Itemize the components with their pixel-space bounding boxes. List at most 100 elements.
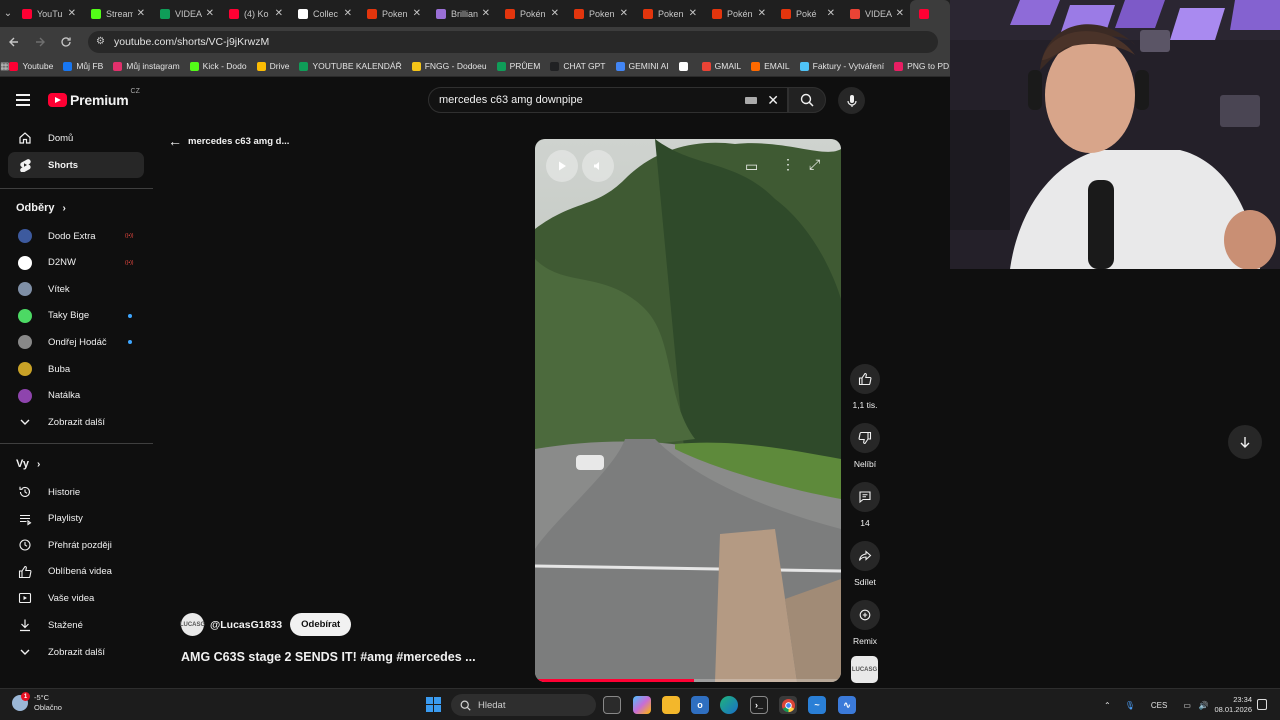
comments-action[interactable]: 14	[848, 482, 882, 528]
notification-bell-icon[interactable]	[1257, 699, 1267, 710]
volume-tray-icon[interactable]: 🔊	[1199, 701, 1209, 710]
task-view-icon[interactable]	[603, 696, 621, 714]
subscribe-button[interactable]: Odebírat	[290, 613, 352, 636]
bookmark-item[interactable]: Můj FB	[63, 61, 103, 71]
bookmark-item[interactable]: FNGG - Dodoeu	[411, 61, 487, 71]
close-tab-icon[interactable]: ✕	[827, 8, 835, 19]
like-action[interactable]: 1,1 tis.	[848, 364, 882, 410]
close-tab-icon[interactable]: ✕	[482, 8, 490, 19]
forward-button[interactable]	[28, 30, 52, 54]
back-button[interactable]	[2, 30, 26, 54]
clock[interactable]: 23:34 08.01.2026	[1210, 695, 1252, 715]
apps-grid-icon[interactable]: ▦	[0, 61, 9, 72]
edge-icon[interactable]	[720, 696, 738, 714]
sidebar-subscription[interactable]: Taky Bige	[8, 303, 144, 329]
search-button[interactable]	[788, 87, 826, 113]
reload-button[interactable]	[54, 30, 78, 54]
browser-tab[interactable]: Poken ✕	[565, 0, 634, 27]
browser-tab[interactable]: Brillian ✕	[427, 0, 496, 27]
subscriptions-show-more[interactable]: Zobrazit další	[8, 409, 144, 435]
bookmark-item[interactable]: PNG to PD	[894, 61, 949, 71]
bookmark-item[interactable]: GMAIL	[701, 61, 741, 71]
bookmark-item[interactable]: Kick - Dodo	[189, 61, 247, 71]
browser-tab[interactable]: YouTu ✕	[13, 0, 82, 27]
sidebar-subscription[interactable]: Ondřej Hodáč	[8, 329, 144, 355]
weather-widget[interactable]: 1 -5°C Oblačno	[12, 692, 62, 713]
whiteboard-icon[interactable]: ~	[808, 696, 826, 714]
microphone-tray-icon[interactable]: 🎙	[1125, 701, 1135, 710]
chrome-icon[interactable]	[779, 696, 797, 714]
close-tab-icon[interactable]: ✕	[620, 8, 628, 19]
browser-tab[interactable]: (4) Ko ✕	[220, 0, 289, 27]
close-tab-icon[interactable]: ✕	[275, 8, 283, 19]
menu-icon[interactable]	[16, 94, 30, 109]
sidebar-item-you[interactable]: Oblíbená videa	[8, 559, 144, 585]
site-info-icon[interactable]: ⚙	[96, 36, 108, 47]
browser-tab[interactable]: VIDEA ✕	[841, 0, 910, 27]
chevron-up-icon[interactable]: ⌃	[1104, 701, 1111, 710]
channel-avatar[interactable]: LUCASG	[180, 613, 205, 636]
play-button[interactable]	[546, 150, 578, 182]
network-icon[interactable]: ▭	[1183, 701, 1191, 710]
tab-search-button[interactable]: ⌄	[3, 4, 13, 24]
browser-tab[interactable]: Poké ✕	[772, 0, 841, 27]
close-tab-icon[interactable]: ✕	[206, 8, 214, 19]
sidebar-subscription[interactable]: Dodo Extra ((•))	[8, 223, 144, 249]
browser-tab[interactable]: Stream ✕	[82, 0, 151, 27]
back-to-search-link[interactable]: ← mercedes c63 amg d...	[168, 133, 289, 149]
sidebar-item-you[interactable]: Vaše videa	[8, 585, 144, 611]
terminal-icon[interactable]: ›_	[750, 696, 768, 714]
close-tab-icon[interactable]: ✕	[68, 8, 76, 19]
file-explorer-icon[interactable]	[662, 696, 680, 714]
sidebar-item-shorts[interactable]: Shorts	[8, 152, 144, 178]
clear-search-icon[interactable]: ✕	[767, 92, 779, 109]
close-tab-icon[interactable]: ✕	[758, 8, 766, 19]
sidebar-item-you[interactable]: Playlisty	[8, 506, 144, 532]
sidebar-item-home[interactable]: Domů	[8, 125, 144, 151]
voice-search-button[interactable]	[838, 87, 865, 114]
bookmark-item[interactable]: GEMINI AI	[615, 61, 669, 71]
fullscreen-icon[interactable]: ⤢	[809, 156, 820, 173]
bookmark-item[interactable]: CHAT GPT	[550, 61, 606, 71]
bookmark-item[interactable]: EMAIL	[751, 61, 790, 71]
next-short-button[interactable]	[1228, 425, 1262, 459]
captions-icon[interactable]: ▭	[745, 158, 758, 175]
outlook-icon[interactable]: o	[691, 696, 709, 714]
sidebar-subscription[interactable]: D2NW ((•))	[8, 250, 144, 276]
sidebar-subscription[interactable]: Buba	[8, 356, 144, 382]
more-vert-icon[interactable]: ⋮	[781, 156, 795, 173]
browser-tab[interactable]: Collec ✕	[289, 0, 358, 27]
stocks-app-icon[interactable]: ∿	[838, 696, 856, 714]
bookmark-item[interactable]: YOUTUBE KALENDÁŘ	[299, 61, 402, 71]
close-tab-icon[interactable]: ✕	[137, 8, 145, 19]
sidebar-item-you[interactable]: Historie	[8, 479, 144, 505]
dislike-action[interactable]: Nelíbí	[848, 423, 882, 469]
close-tab-icon[interactable]: ✕	[896, 8, 904, 19]
keyboard-icon[interactable]	[745, 97, 757, 104]
bookmark-item[interactable]	[678, 61, 692, 71]
you-header[interactable]: Vy ›	[16, 458, 40, 470]
browser-tab[interactable]: Poken ✕	[358, 0, 427, 27]
copilot-icon[interactable]	[633, 696, 651, 714]
close-tab-icon[interactable]: ✕	[689, 8, 697, 19]
bookmark-item[interactable]: Drive	[256, 61, 289, 71]
search-input[interactable]: mercedes c63 amg downpipe ✕	[428, 87, 788, 113]
browser-tab[interactable]: Pokén ✕	[703, 0, 772, 27]
sidebar-subscription[interactable]: Natálka	[8, 383, 144, 409]
browser-tab[interactable]: VIDEA ✕	[151, 0, 220, 27]
close-tab-icon[interactable]: ✕	[413, 8, 421, 19]
short-video-player[interactable]: ▭ ⋮ ⤢	[535, 139, 841, 682]
taskbar-search[interactable]: Hledat	[451, 694, 596, 716]
browser-tab[interactable]: Poken ✕	[634, 0, 703, 27]
browser-tab[interactable]	[910, 0, 950, 27]
sidebar-item-you[interactable]: Přehrát později	[8, 532, 144, 558]
volume-button[interactable]	[582, 150, 614, 182]
video-progress-bar[interactable]	[535, 679, 841, 682]
close-tab-icon[interactable]: ✕	[551, 8, 559, 19]
input-language[interactable]: CES	[1151, 701, 1167, 710]
youtube-logo[interactable]: Premium CZ	[48, 88, 140, 108]
sidebar-subscription[interactable]: Vítek	[8, 276, 144, 302]
close-tab-icon[interactable]: ✕	[344, 8, 352, 19]
bookmark-item[interactable]: Faktury - Vytváření	[799, 61, 884, 71]
you-show-more[interactable]: Zobrazit další	[8, 639, 144, 665]
